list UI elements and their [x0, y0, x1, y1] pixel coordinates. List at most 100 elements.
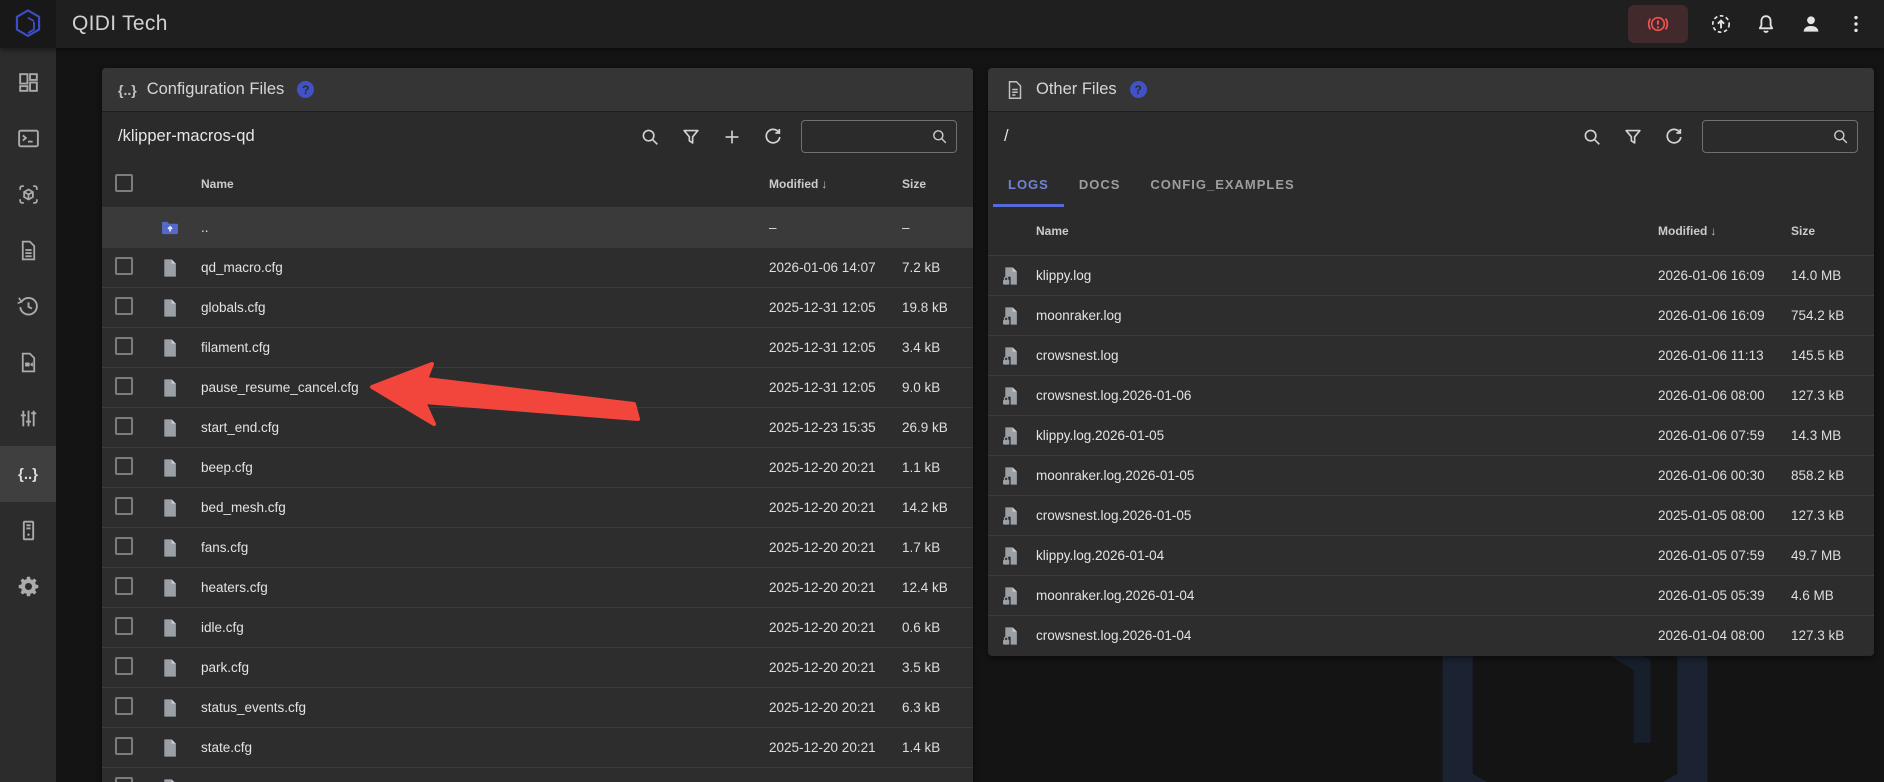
row-checkbox[interactable]	[115, 417, 133, 435]
file-icon	[159, 536, 201, 560]
table-row[interactable]: crowsnest.log.2026-01-062026-01-06 08:00…	[988, 375, 1874, 415]
sidebar-item-machine-config[interactable]: {..}	[0, 446, 56, 502]
sidebar-item-fine-tuning[interactable]	[0, 390, 56, 446]
select-all-checkbox[interactable]	[115, 174, 133, 192]
table-row[interactable]: pause_resume_cancel.cfg2025-12-31 12:059…	[102, 367, 973, 407]
config-panel-header: {..} Configuration Files ?	[102, 68, 973, 112]
file-modified: 2026-01-06 16:09	[1658, 268, 1791, 283]
help-icon[interactable]: ?	[1130, 81, 1147, 98]
other-search-input[interactable]	[1710, 129, 1831, 144]
other-files-panel: Other Files ? / LOGSDOCSCONFIG_EXAMPLES …	[988, 68, 1874, 656]
table-row[interactable]: crowsnest.log2026-01-06 11:13145.5 kB	[988, 335, 1874, 375]
sidebar-item-gcode-preview[interactable]	[0, 166, 56, 222]
row-checkbox[interactable]	[115, 497, 133, 515]
file-name: heaters.cfg	[201, 580, 769, 595]
table-row[interactable]: start_end.cfg2025-12-23 15:3526.9 kB	[102, 407, 973, 447]
sidebar-item-settings[interactable]	[0, 558, 56, 614]
config-search-input[interactable]	[809, 129, 930, 144]
table-row[interactable]: klippy.log.2026-01-052026-01-06 07:5914.…	[988, 415, 1874, 455]
sidebar-item-dashboard[interactable]	[0, 54, 56, 110]
row-checkbox[interactable]	[115, 777, 133, 782]
size-column-header[interactable]: Size	[902, 177, 960, 191]
row-checkbox[interactable]	[115, 537, 133, 555]
modified-column-header[interactable]: Modified↓	[769, 177, 902, 191]
kebab-menu-button[interactable]	[1844, 12, 1868, 36]
row-checkbox[interactable]	[115, 337, 133, 355]
table-row[interactable]: klippy.log.2026-01-042026-01-05 07:5949.…	[988, 535, 1874, 575]
file-name: globals.cfg	[201, 300, 769, 315]
modified-column-header[interactable]: Modified↓	[1658, 224, 1791, 238]
row-checkbox[interactable]	[115, 577, 133, 595]
table-row[interactable]: moonraker.log2026-01-06 16:09754.2 kB	[988, 295, 1874, 335]
table-row[interactable]: moonraker.log.2026-01-042026-01-05 05:39…	[988, 575, 1874, 615]
row-checkbox[interactable]	[115, 457, 133, 475]
file-size: 754.2 kB	[1791, 308, 1862, 323]
file-size: 1.1 kB	[902, 460, 960, 475]
row-checkbox[interactable]	[115, 737, 133, 755]
file-size: 0.6 kB	[902, 620, 960, 635]
refresh-button[interactable]	[762, 126, 784, 148]
file-lock-icon	[1000, 264, 1036, 288]
filter-button[interactable]	[1622, 126, 1644, 148]
update-button[interactable]	[1709, 12, 1733, 36]
tab-config_examples[interactable]: CONFIG_EXAMPLES	[1135, 161, 1309, 207]
row-checkbox[interactable]	[115, 697, 133, 715]
gcode-files-icon	[16, 238, 41, 263]
file-size: 1.4 kB	[902, 740, 960, 755]
row-checkbox[interactable]	[115, 257, 133, 275]
app-bar: QIDI Tech	[0, 0, 1884, 48]
table-row[interactable]: moonraker.log.2026-01-052026-01-06 00:30…	[988, 455, 1874, 495]
table-row[interactable]: idle.cfg2025-12-20 20:210.6 kB	[102, 607, 973, 647]
sidebar-item-gcode-files[interactable]	[0, 222, 56, 278]
app-logo[interactable]	[0, 0, 56, 48]
tab-logs[interactable]: LOGS	[993, 161, 1064, 207]
file-name: klippy.log.2026-01-04	[1036, 548, 1658, 563]
name-column-header[interactable]: Name	[1036, 224, 1658, 238]
sidebar-item-system[interactable]	[0, 502, 56, 558]
refresh-button[interactable]	[1663, 126, 1685, 148]
table-row[interactable]: globals.cfg2025-12-31 12:0519.8 kB	[102, 287, 973, 327]
table-row[interactable]: crowsnest.log.2026-01-042026-01-04 08:00…	[988, 615, 1874, 655]
file-size: 14.3 MB	[1791, 428, 1862, 443]
table-row[interactable]: crowsnest.log.2026-01-052025-01-05 08:00…	[988, 495, 1874, 535]
sidebar-item-console[interactable]	[0, 110, 56, 166]
file-modified: 2026-01-06 00:30	[1658, 468, 1791, 483]
table-row[interactable]: qd_macro.cfg2026-01-06 14:077.2 kB	[102, 247, 973, 287]
row-checkbox[interactable]	[115, 657, 133, 675]
help-icon[interactable]: ?	[297, 81, 314, 98]
table-row[interactable]: beep.cfg2025-12-20 20:211.1 kB	[102, 447, 973, 487]
parent-dir-row[interactable]: ..––	[102, 207, 973, 247]
app-bar-actions	[1628, 5, 1884, 43]
table-row[interactable]: klippy.log2026-01-06 16:0914.0 MB	[988, 255, 1874, 295]
file-modified: 2025-12-20 20:21	[769, 580, 902, 595]
file-icon	[159, 296, 201, 320]
sidebar-item-timelapse[interactable]	[0, 334, 56, 390]
table-row[interactable]: status_events.cfg2025-12-20 20:216.3 kB	[102, 687, 973, 727]
table-row-partial[interactable]	[102, 767, 973, 782]
file-name: start_end.cfg	[201, 420, 769, 435]
sidebar: {..}	[0, 48, 56, 782]
tab-docs[interactable]: DOCS	[1064, 161, 1136, 207]
table-row[interactable]: park.cfg2025-12-20 20:213.5 kB	[102, 647, 973, 687]
table-row[interactable]: state.cfg2025-12-20 20:211.4 kB	[102, 727, 973, 767]
account-button[interactable]	[1799, 12, 1823, 36]
table-row[interactable]: heaters.cfg2025-12-20 20:2112.4 kB	[102, 567, 973, 607]
emergency-stop-button[interactable]	[1628, 5, 1688, 43]
search-button[interactable]	[639, 126, 661, 148]
select-all-cell	[115, 174, 159, 195]
size-column-header[interactable]: Size	[1791, 224, 1862, 238]
sidebar-item-history[interactable]	[0, 278, 56, 334]
row-checkbox[interactable]	[115, 297, 133, 315]
file-modified: 2025-12-20 20:21	[769, 460, 902, 475]
filter-button[interactable]	[680, 126, 702, 148]
search-button[interactable]	[1581, 126, 1603, 148]
table-row[interactable]: bed_mesh.cfg2025-12-20 20:2114.2 kB	[102, 487, 973, 527]
row-checkbox[interactable]	[115, 617, 133, 635]
notifications-button[interactable]	[1754, 12, 1778, 36]
table-row[interactable]: fans.cfg2025-12-20 20:211.7 kB	[102, 527, 973, 567]
name-column-header[interactable]: Name	[201, 177, 769, 191]
table-row[interactable]: filament.cfg2025-12-31 12:053.4 kB	[102, 327, 973, 367]
file-name: status_events.cfg	[201, 700, 769, 715]
row-checkbox[interactable]	[115, 377, 133, 395]
add-button[interactable]	[721, 126, 743, 148]
